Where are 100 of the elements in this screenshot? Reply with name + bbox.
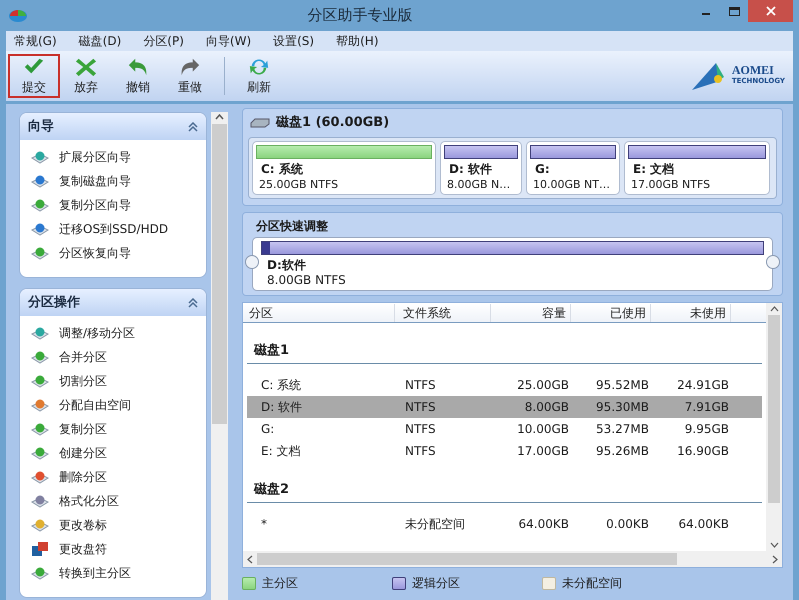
menu-item[interactable]: 常规(G) [14,32,57,50]
table-cell-text: 95.30MB [595,399,650,416]
table-cell-text: 24.91GB [676,377,730,394]
table-cell-text: 53.27MB [595,421,650,438]
hard-drive-icon [250,118,270,128]
task-item[interactable]: 调整/移动分区 [20,321,206,345]
toolbar-button[interactable]: 放弃 [60,54,112,98]
task-item[interactable]: 删除分区 [20,465,206,489]
table-row[interactable]: D: 软件 NTFS 8.00GB 95.30MB 7.91GB [247,396,762,418]
menu-item[interactable]: 磁盘(D) [78,32,122,50]
partition-block[interactable]: C: 系统 25.00GB NTFS [252,141,436,195]
partition-block[interactable]: D: 软件 8.00GB N… [440,141,522,195]
drive-letter-icon [31,541,49,557]
disk-icon [31,325,49,341]
disk-icon [31,445,49,461]
task-item[interactable]: 合并分区 [20,345,206,369]
partition-name: G: [534,162,551,177]
table-cell-text: E: 文档 [260,443,302,460]
close-icon [73,56,99,78]
partition-block[interactable]: G: 10.00GB NT… [526,141,620,195]
task-item[interactable]: 更改卷标 [20,513,206,537]
scroll-left-icon [247,554,253,564]
panel-header[interactable]: 向导 [20,113,206,140]
task-item[interactable]: 分区恢复向导 [20,241,206,265]
toolbar-button[interactable]: 刷新 [233,54,285,98]
menu-item[interactable]: 向导(W) [206,32,252,50]
table-cell-text: 10.00GB [516,421,570,438]
disk-icon [31,469,49,485]
column-header[interactable]: 容量 [491,304,571,322]
partition-name: D: 软件 [448,162,493,177]
partition-detail: 25.00GB NTFS [258,177,338,192]
task-item[interactable]: 复制分区 [20,417,206,441]
table-row[interactable]: * 未分配空间 64.00KB 0.00KB 64.00KB [247,513,762,535]
task-item[interactable]: 复制磁盘向导 [20,169,206,193]
collapse-icon[interactable] [188,298,198,308]
table-cell-text: 未分配空间 [404,516,466,533]
toolbar-button[interactable]: 提交 [8,54,60,98]
partition-name: C: 系统 [260,162,304,177]
resize-handle[interactable] [766,255,780,269]
column-header[interactable]: 分区 [245,304,395,322]
column-header[interactable]: 文件系统 [395,304,491,322]
menu-item[interactable]: 分区(P) [143,32,184,50]
menu-item[interactable]: 设置(S) [273,32,314,50]
resize-handle[interactable] [245,255,259,269]
close-icon [766,6,776,16]
table-cell-text: 95.52MB [595,377,650,394]
partition-detail: 10.00GB NT… [532,177,610,192]
disk-icon [31,493,49,509]
table-cell-text: 8.00GB [524,399,570,416]
disk-icon [31,173,49,189]
table-cell-text: 16.90GB [676,443,730,460]
panel-header[interactable]: 分区操作 [20,289,206,316]
task-item[interactable]: 创建分区 [20,441,206,465]
partition-detail: 8.00GB NTFS [266,273,347,288]
vertical-scrollbar[interactable] [211,112,228,600]
table-cell-text: 64.00KB [678,516,730,533]
table-row[interactable]: E: 文档 NTFS 17.00GB 95.26MB 16.90GB [247,440,762,462]
disk-icon [31,373,49,389]
panel-title: 分区快速调整 [254,218,329,235]
menu-item[interactable]: 帮助(H) [336,32,378,50]
table-cell-text: NTFS [404,399,437,416]
column-header[interactable]: 已使用 [571,304,651,322]
task-item[interactable]: 迁移OS到SSD/HDD [20,217,206,241]
disk-icon [31,349,49,365]
task-item[interactable]: 更改盘符 [20,537,206,561]
disk-icon [31,517,49,533]
horizontal-scrollbar[interactable] [243,551,782,567]
task-item[interactable]: 复制分区向导 [20,193,206,217]
table-cell-text: 95.26MB [595,443,650,460]
disk-icon [31,397,49,413]
scroll-up-icon [215,114,224,120]
app-icon[interactable] [8,8,28,22]
close-button[interactable] [748,0,793,22]
table-cell-text: 7.91GB [684,399,730,416]
table-row[interactable]: C: 系统 NTFS 25.00GB 95.52MB 24.91GB [247,374,762,396]
table-cell-text: 9.95GB [684,421,730,438]
partition-block[interactable]: E: 文档 17.00GB NTFS [624,141,770,195]
table-cell-text: 17.00GB [516,443,570,460]
collapse-icon[interactable] [188,122,198,132]
toolbar-button[interactable]: 重做 [164,54,216,98]
disk-title: 磁盘1 (60.00GB) [276,114,390,132]
disk-icon [31,149,49,165]
legend-label: 未分配空间 [562,575,622,592]
logo-name: AOMEI [732,65,775,76]
task-item[interactable]: 切割分区 [20,369,206,393]
partition-detail: 8.00GB N… [446,177,510,192]
table-cell-text: * [260,516,268,533]
table-cell-text: NTFS [404,443,437,460]
table-cell-text: G: [260,421,276,438]
table-cell-text: C: 系统 [260,377,302,394]
task-item[interactable]: 分配自由空间 [20,393,206,417]
vertical-scrollbar[interactable] [766,303,782,551]
task-item[interactable]: 转换到主分区 [20,561,206,585]
table-row[interactable]: G: NTFS 10.00GB 53.27MB 9.95GB [247,418,762,440]
column-header[interactable]: 未使用 [651,304,731,322]
task-item[interactable]: 扩展分区向导 [20,145,206,169]
toolbar-button[interactable]: 撤销 [112,54,164,98]
table-cell-text: 0.00KB [605,516,650,533]
task-item[interactable]: 格式化分区 [20,489,206,513]
partition-name: D:软件 [266,258,307,273]
